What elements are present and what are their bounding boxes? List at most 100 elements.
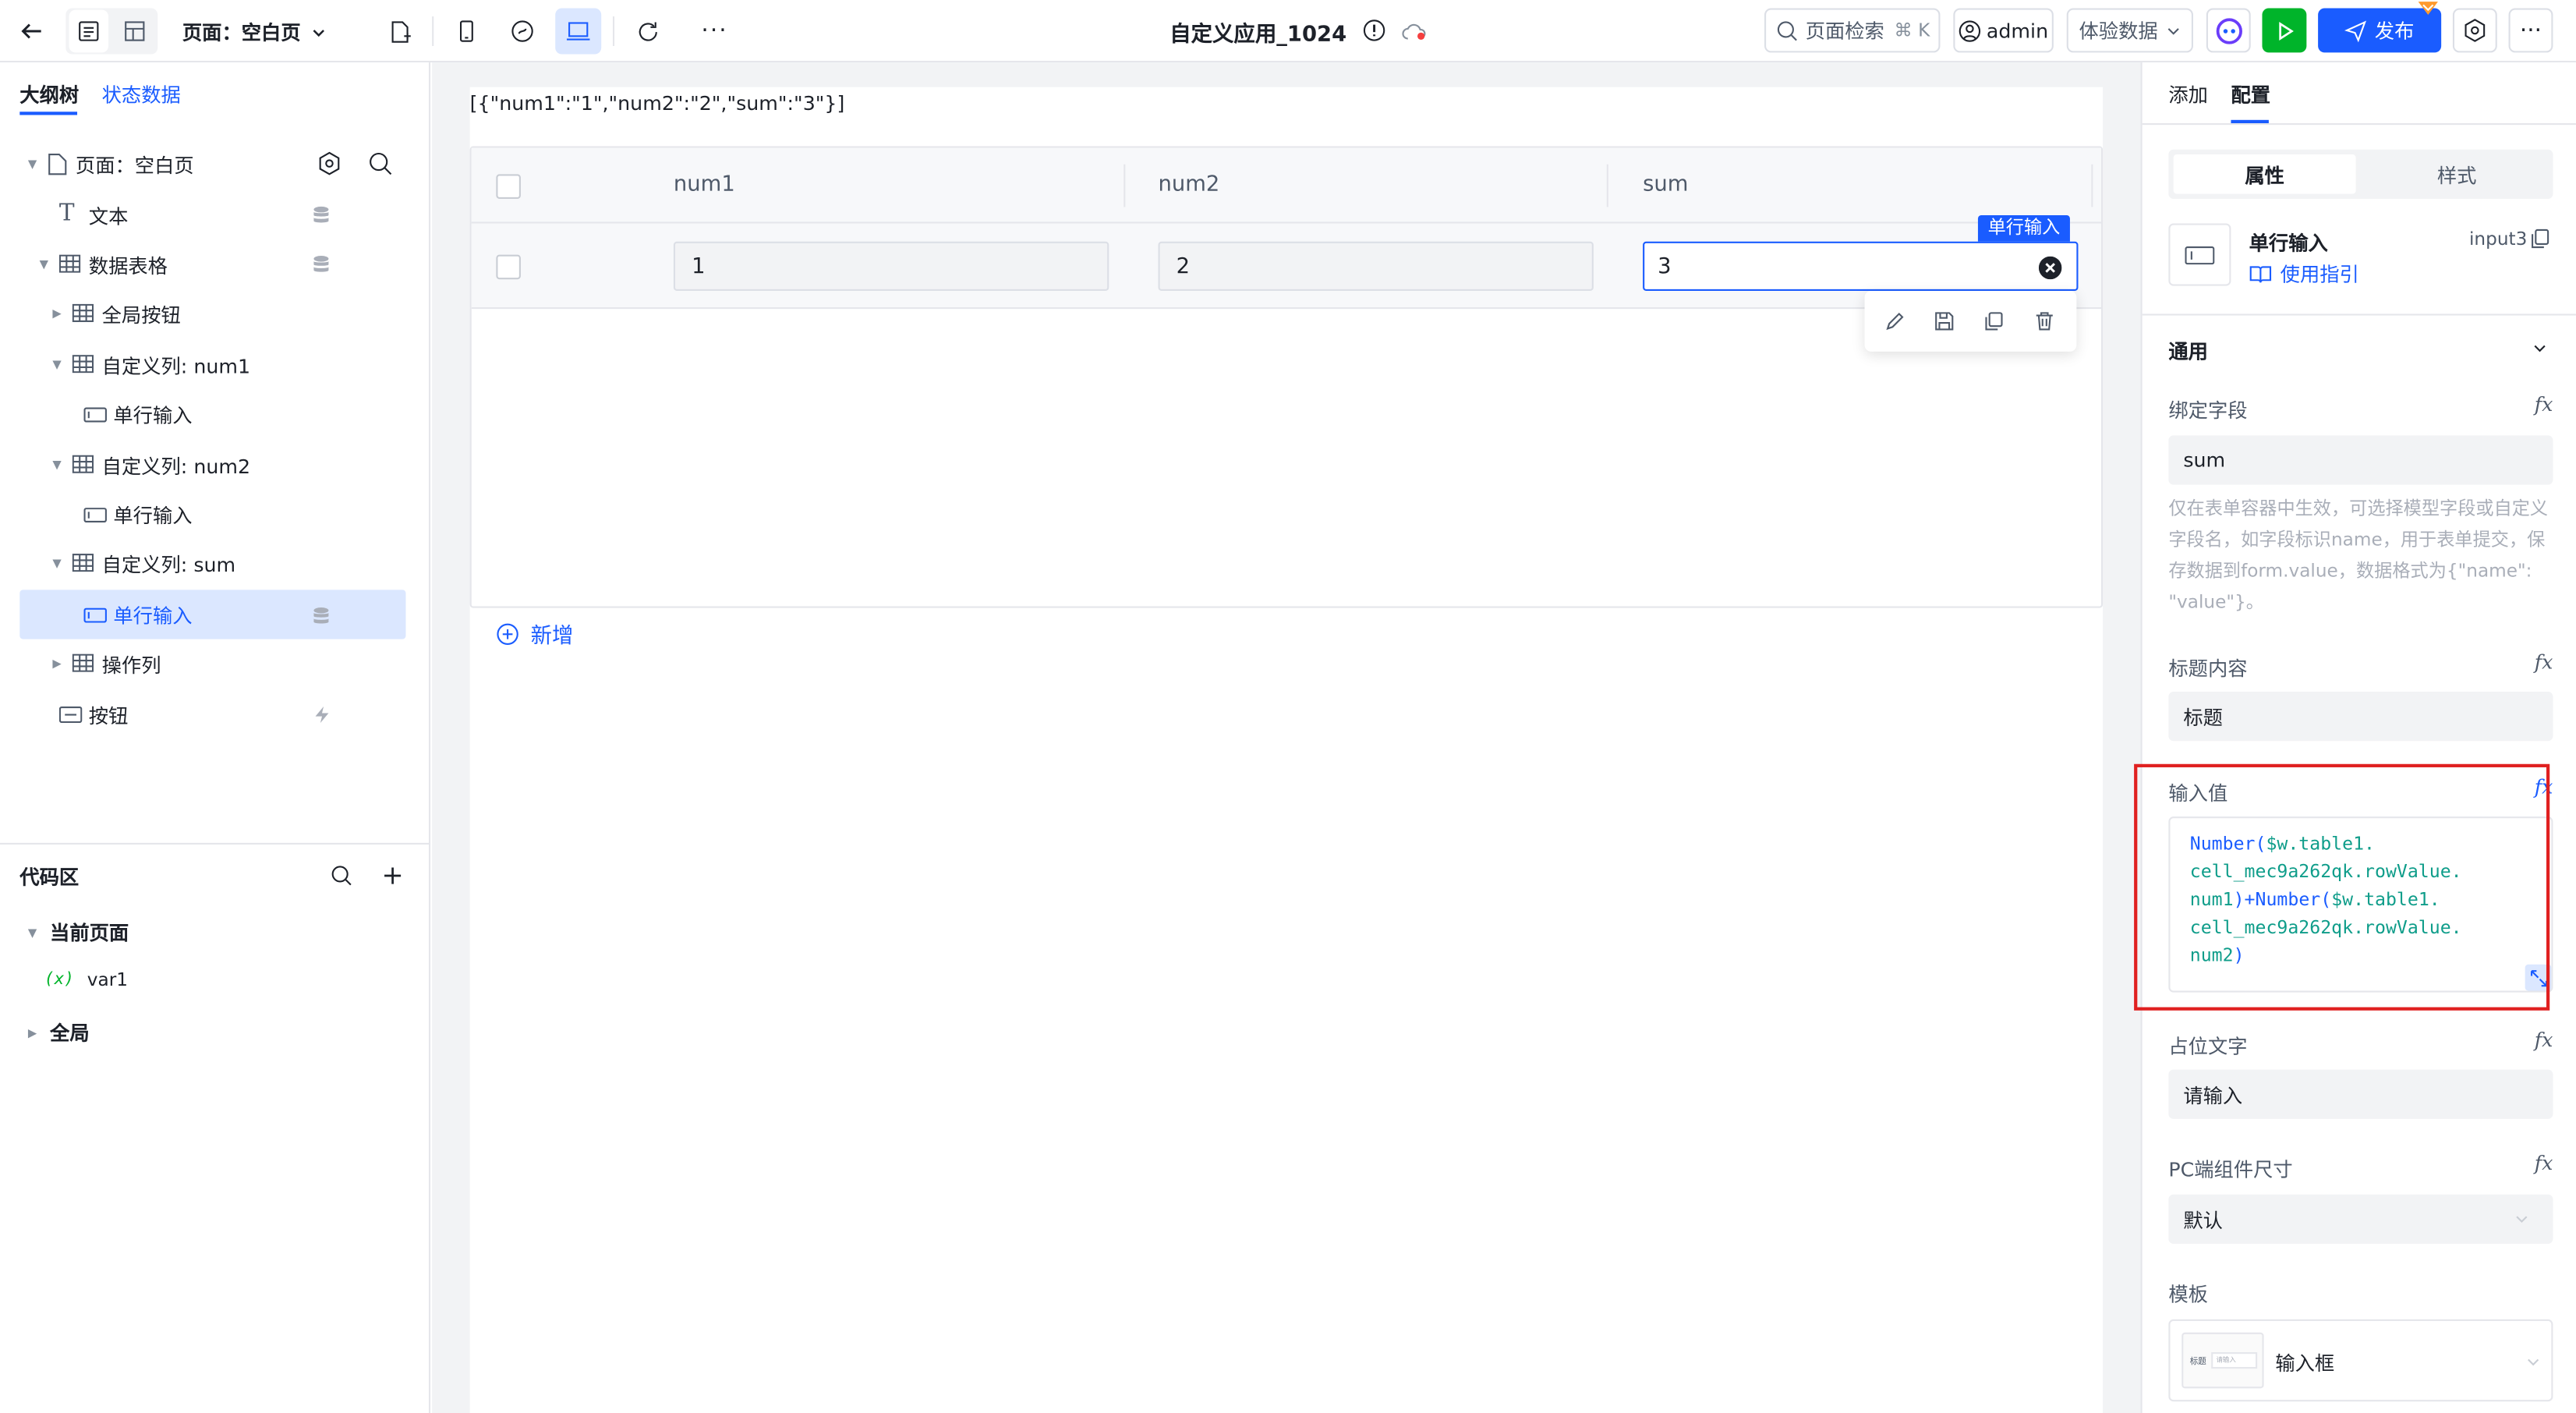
tree-item-action-column[interactable]: ▶ 操作列 [19,639,405,689]
tree-item-column-num2[interactable]: ▼ 自定义列: num2 [19,441,405,490]
row-checkbox[interactable] [496,254,521,280]
info-icon[interactable] [1362,18,1387,43]
tree-item-button[interactable]: 按钮 [19,690,405,739]
tab-state-data[interactable]: 状态数据 [102,80,181,108]
code-var-item[interactable]: (x) var1 [44,969,128,990]
sum-input[interactable]: 3 [1643,241,2079,291]
table-icon [72,653,94,672]
tree-item-label: 文本 [88,204,129,228]
template-select[interactable]: 标题 请输入 输入框 [2168,1319,2553,1402]
tree-item-data-table[interactable]: ▼ 数据表格 [19,240,405,289]
tab-config[interactable]: 配置 [2231,80,2270,108]
miniprogram-icon[interactable] [504,10,540,53]
column-header[interactable]: sum [1643,172,1688,197]
code-current-page[interactable]: ▼ 当前页面 [19,919,129,947]
run-icon[interactable] [2262,8,2307,53]
database-icon [313,206,329,223]
back-arrow-icon[interactable] [13,10,49,53]
tab-add[interactable]: 添加 [2168,80,2208,108]
fx-icon[interactable]: fx [2535,650,2553,673]
size-value: 默认 [2183,1208,2223,1232]
title-input[interactable]: 标题 [2168,692,2553,742]
tree-item-input-sum[interactable]: 单行输入 [19,590,406,639]
more-menu-icon[interactable]: ··· [2508,8,2553,53]
preview-data-label: 体验数据 [2079,19,2158,43]
chevron-down-icon [2528,1358,2539,1366]
tab-indicator [19,112,78,115]
tree-item-input-num2[interactable]: 单行输入 [19,490,405,539]
divider [612,16,615,46]
fx-icon[interactable]: fx [2535,393,2553,416]
column-header[interactable]: num2 [1159,172,1220,197]
copy-icon[interactable] [2530,228,2549,250]
prop-style-switch: 属性 样式 [2168,149,2553,199]
component-toolbar [1864,290,2077,352]
layout-view-icon[interactable] [115,10,154,53]
user-icon [1959,19,1981,41]
section-general[interactable]: 通用 [2168,337,2208,365]
tree-item-column-num1[interactable]: ▼ 自定义列: num1 [19,340,405,389]
code-area-title: 代码区 [19,866,80,889]
page-search-button[interactable]: 页面检索 ⌘ K [1764,8,1941,53]
search-icon[interactable] [368,151,393,176]
desktop-preview-icon[interactable] [555,8,602,55]
tree-item-text[interactable]: T 文本 [19,190,405,239]
divider [2142,313,2576,316]
chevron-down-icon[interactable] [2532,340,2548,356]
save-icon[interactable] [1934,310,1955,331]
plus-icon[interactable] [381,864,404,887]
column-divider [1606,164,1608,207]
fx-icon[interactable]: fx [2535,1152,2553,1174]
edit-icon[interactable] [1884,310,1905,331]
settings-icon[interactable] [2452,8,2497,53]
title-label: 标题内容 [2168,657,2248,681]
usage-guide-link[interactable]: 使用指引 [2249,260,2359,288]
num1-input[interactable]: 1 [673,241,1109,291]
table-header: num1 num2 sum [471,147,2101,224]
tab-style[interactable]: 样式 [2365,154,2548,194]
text-icon: T [58,200,75,227]
component-id: input3 [2468,228,2528,250]
tree-item-label: 自定义列: sum [101,553,236,576]
template-label: 模板 [2168,1283,2208,1307]
size-select[interactable]: 默认 [2168,1194,2553,1244]
refresh-icon[interactable] [629,10,665,53]
fx-icon[interactable]: fx [2535,1029,2553,1051]
tree-item-column-sum[interactable]: ▼ 自定义列: sum [19,539,405,588]
placeholder-label: 占位文字 [2168,1035,2248,1058]
select-all-checkbox[interactable] [496,174,521,199]
preview-data-dropdown[interactable]: 体验数据 [2066,8,2193,53]
tab-outline[interactable]: 大纲树 [19,80,79,108]
placeholder-input[interactable]: 请输入 [2168,1069,2553,1119]
clear-icon[interactable] [2038,256,2062,280]
tree-item-input-num1[interactable]: 单行输入 [19,389,405,438]
ai-assistant-icon[interactable] [2206,8,2251,53]
template-thumbnail: 标题 请输入 [2181,1332,2264,1389]
search-icon[interactable] [331,864,353,887]
tree-item-page[interactable]: ▼ 页面：空白页 [19,140,405,189]
tree-item-label: 全局按钮 [101,303,181,327]
add-page-icon[interactable] [381,10,417,53]
more-icon[interactable]: ··· [696,10,732,53]
add-row-button[interactable]: 新增 [496,618,573,649]
chevron-down-icon [2516,1216,2528,1224]
copy-icon[interactable] [1983,310,2004,331]
num2-input[interactable]: 2 [1158,241,1594,291]
vip-badge-icon [2417,0,2443,16]
chevron-down-icon [2167,27,2178,34]
button-icon [58,706,83,724]
column-header[interactable]: num1 [674,172,735,197]
page-view-icon[interactable] [69,9,109,53]
tab-properties[interactable]: 属性 [2173,154,2356,194]
page-selector[interactable]: 页面：空白页 [182,18,327,46]
bind-field-input[interactable]: sum [2168,435,2553,485]
settings-icon[interactable] [317,151,342,176]
left-panel: 大纲树 状态数据 ▼ 页面：空白页 T 文本 ▼ 数据表格 ▶ 全局按钮 ▼ 自… [0,62,431,1413]
tree-item-label: 页面：空白页 [75,154,194,177]
user-menu[interactable]: admin [1953,8,2054,53]
code-global[interactable]: ▶ 全局 [19,1018,90,1046]
tree-item-global-buttons[interactable]: ▶ 全局按钮 [19,289,405,338]
delete-icon[interactable] [2034,310,2055,331]
cloud-sync-icon[interactable] [1401,21,1428,41]
mobile-preview-icon[interactable] [448,10,484,53]
